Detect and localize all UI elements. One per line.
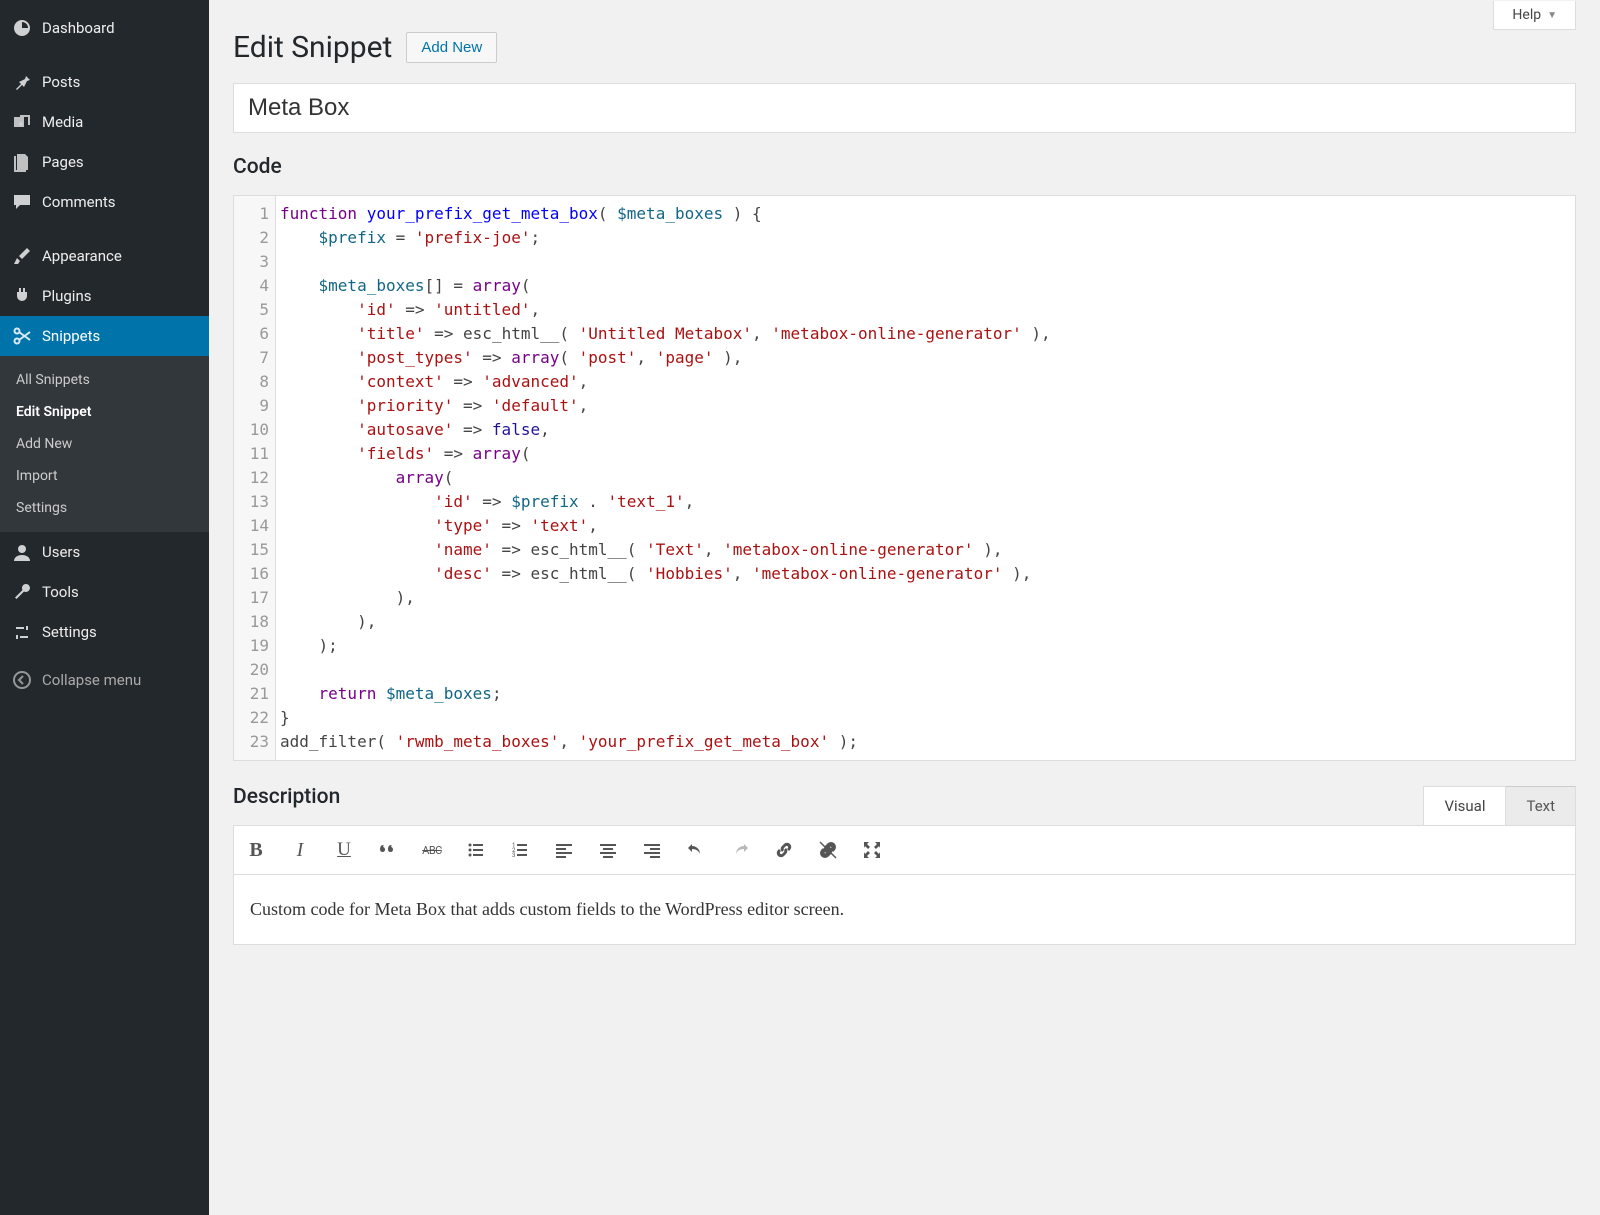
sidebar-item-label: Settings [42,623,97,641]
main-content: Help ▼ Edit Snippet Add New Code 1234567… [209,0,1600,1215]
underline-button[interactable]: U [328,834,360,866]
snippet-title-input[interactable] [233,83,1576,133]
sidebar-item-label: Appearance [42,247,122,265]
sidebar-item-plugins[interactable]: Plugins [0,276,209,316]
sidebar-sub-settings[interactable]: Settings [0,492,209,524]
italic-button[interactable]: I [284,834,316,866]
sidebar-item-label: Snippets [42,327,100,345]
redo-button[interactable] [724,834,756,866]
pin-icon [12,72,32,92]
strikethrough-button[interactable]: ABC [416,834,448,866]
sidebar-item-dashboard[interactable]: Dashboard [0,8,209,48]
svg-text:3: 3 [512,852,515,859]
code-section-label: Code [233,155,1576,179]
sidebar-item-label: Media [42,113,83,131]
numbered-list-button[interactable]: 123 [504,834,536,866]
bold-button[interactable]: B [240,834,272,866]
sidebar-item-label: Posts [42,73,80,91]
unlink-button[interactable] [812,834,844,866]
sidebar-item-label: Pages [42,153,84,171]
quote-button[interactable] [372,834,404,866]
settings-icon [12,622,32,642]
sidebar-item-comments[interactable]: Comments [0,182,209,222]
align-right-button[interactable] [636,834,668,866]
help-label: Help [1512,7,1541,23]
media-icon [12,112,32,132]
sidebar-item-tools[interactable]: Tools [0,572,209,612]
sidebar-item-snippets[interactable]: Snippets [0,316,209,356]
sidebar-sub-edit-snippet[interactable]: Edit Snippet [0,396,209,428]
sidebar-item-appearance[interactable]: Appearance [0,236,209,276]
sidebar-item-posts[interactable]: Posts [0,62,209,102]
sidebar-sub-all-snippets[interactable]: All Snippets [0,364,209,396]
wrench-icon [12,582,32,602]
collapse-label: Collapse menu [42,671,141,689]
fullscreen-button[interactable] [856,834,888,866]
sidebar-submenu-snippets: All Snippets Edit Snippet Add New Import… [0,356,209,532]
comments-icon [12,192,32,212]
dashboard-icon [12,18,32,38]
scissors-icon [12,326,32,346]
undo-button[interactable] [680,834,712,866]
collapse-menu[interactable]: Collapse menu [0,660,209,700]
sidebar-item-media[interactable]: Media [0,102,209,142]
description-label: Description [233,785,340,809]
pages-icon [12,152,32,172]
editor-toolbar: B I U ABC 123 [233,825,1576,875]
chevron-down-icon: ▼ [1547,10,1557,21]
plugin-icon [12,286,32,306]
align-left-button[interactable] [548,834,580,866]
line-gutter: 1234567891011121314151617181920212223 [234,196,276,760]
sidebar-item-users[interactable]: Users [0,532,209,572]
sidebar-sub-import[interactable]: Import [0,460,209,492]
sidebar-item-label: Plugins [42,287,91,305]
sidebar-item-label: Users [42,543,80,561]
page-title: Edit Snippet [233,30,392,65]
code-body[interactable]: function your_prefix_get_meta_box( $meta… [276,196,1575,760]
bullet-list-button[interactable] [460,834,492,866]
tab-text[interactable]: Text [1506,786,1576,826]
user-icon [12,542,32,562]
description-content[interactable]: Custom code for Meta Box that adds custo… [233,875,1576,945]
sidebar-item-label: Comments [42,193,116,211]
brush-icon [12,246,32,266]
add-new-button[interactable]: Add New [406,32,497,63]
collapse-icon [12,670,32,690]
sidebar-item-pages[interactable]: Pages [0,142,209,182]
admin-sidebar: Dashboard Posts Media Pages Comments App… [0,0,209,1215]
tab-visual[interactable]: Visual [1423,786,1506,826]
link-button[interactable] [768,834,800,866]
sidebar-item-label: Dashboard [42,19,115,37]
sidebar-item-label: Tools [42,583,79,601]
sidebar-item-settings[interactable]: Settings [0,612,209,652]
help-button[interactable]: Help ▼ [1493,1,1576,30]
sidebar-sub-add-new[interactable]: Add New [0,428,209,460]
align-center-button[interactable] [592,834,624,866]
code-editor[interactable]: 1234567891011121314151617181920212223 fu… [233,195,1576,761]
editor-tabs: Visual Text [1423,786,1576,825]
